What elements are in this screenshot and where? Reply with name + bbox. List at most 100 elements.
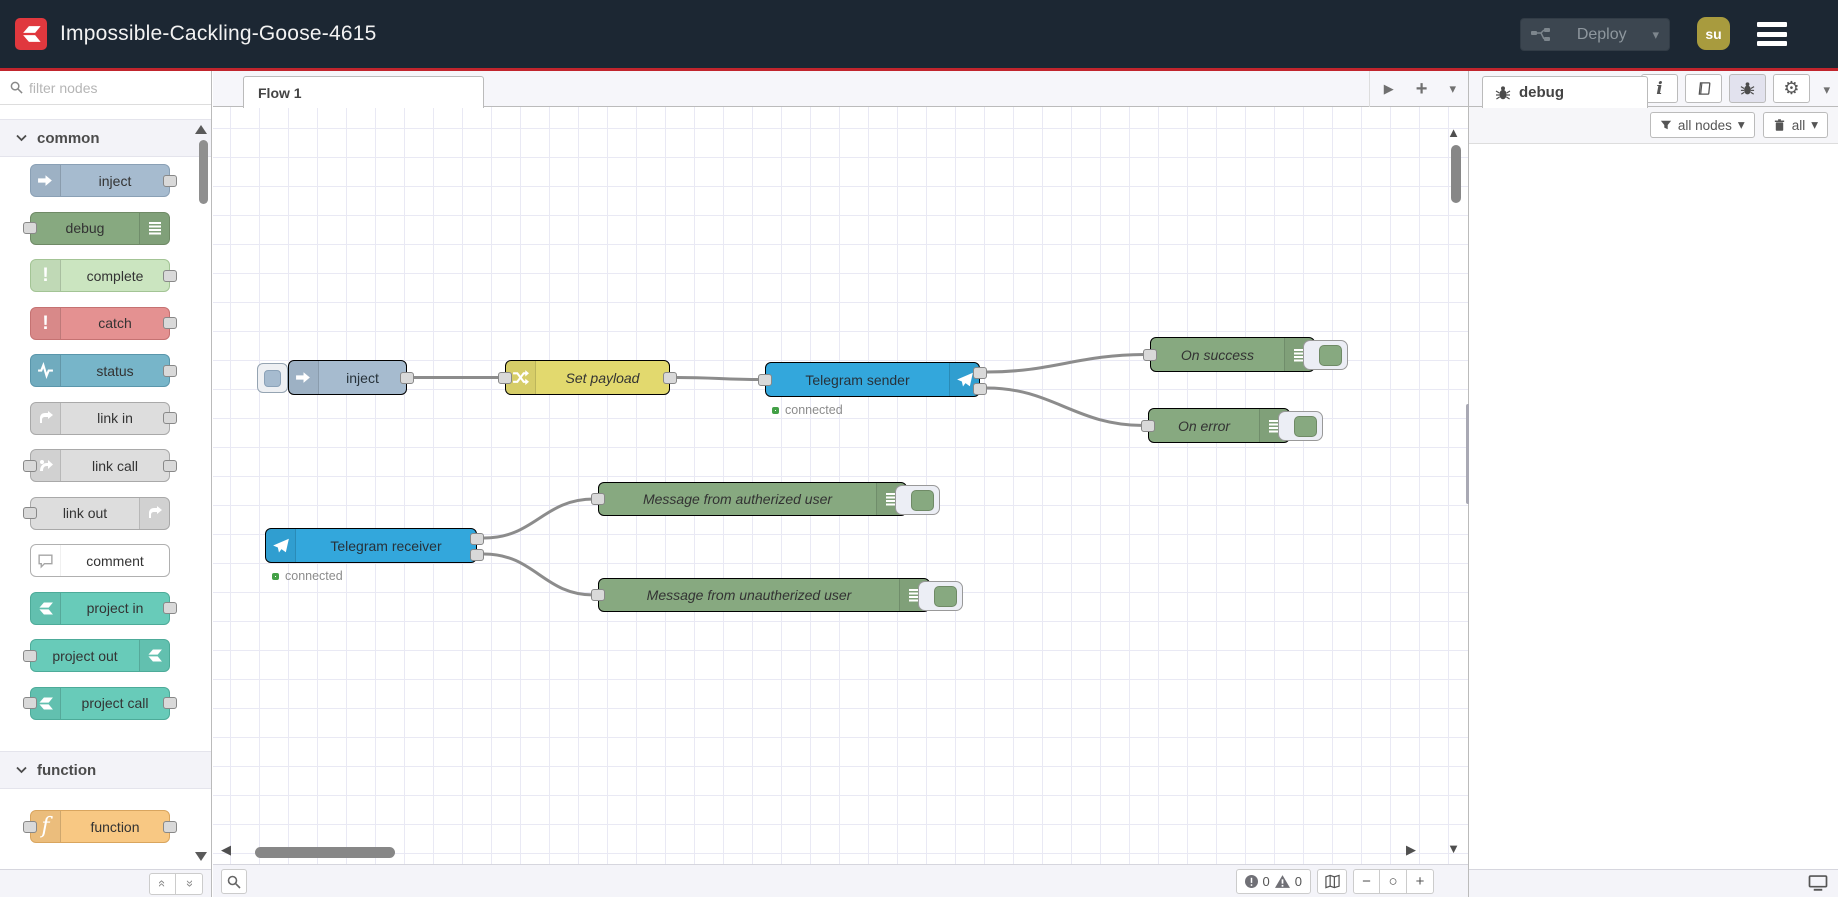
input-port[interactable]: [591, 493, 605, 505]
canvas-vertical-scrollbar-thumb[interactable]: [1451, 145, 1461, 203]
palette-node-function[interactable]: f function: [23, 810, 177, 844]
input-port[interactable]: [23, 820, 37, 833]
status-text: connected: [785, 403, 843, 417]
status-connected-icon: [272, 572, 279, 580]
flow-node-message-authorized[interactable]: Message from autherized user: [591, 482, 940, 516]
palette-node-debug[interactable]: debug: [23, 211, 170, 245]
palette-node-inject[interactable]: inject: [30, 164, 177, 198]
palette-node-status[interactable]: status: [30, 354, 177, 388]
flow-list-caret-icon[interactable]: ▾: [1449, 81, 1456, 97]
open-debug-window-button[interactable]: [1808, 875, 1828, 897]
canvas-horizontal-scrollbar-thumb[interactable]: [255, 847, 395, 858]
help-tab-button[interactable]: [1685, 74, 1722, 103]
node-red-mark-icon: [31, 592, 61, 624]
canvas-search-button[interactable]: [221, 869, 247, 894]
output-port[interactable]: [163, 697, 177, 710]
flow-node-on-error[interactable]: On error: [1141, 408, 1323, 443]
output-port[interactable]: [163, 317, 177, 330]
input-port[interactable]: [498, 371, 512, 384]
palette-node-comment[interactable]: comment: [30, 544, 170, 578]
deploy-options-caret-icon[interactable]: ▾: [1652, 27, 1659, 43]
wire[interactable]: [985, 353, 1148, 374]
flow-node-telegram-receiver[interactable]: Telegram receiver connected: [265, 528, 484, 583]
palette-scrollbar-thumb[interactable]: [199, 140, 208, 204]
input-port[interactable]: [23, 697, 37, 710]
canvas-scroll-up-icon[interactable]: ▲: [1447, 125, 1460, 140]
zoom-in-button[interactable]: +: [1407, 869, 1434, 894]
flow-node-inject[interactable]: inject: [257, 360, 414, 395]
flow-node-on-success[interactable]: On success: [1143, 337, 1348, 372]
canvas-scroll-left-icon[interactable]: ◀: [221, 842, 231, 858]
input-port[interactable]: [23, 222, 37, 235]
flow-node-message-unauthorized[interactable]: Message from unautherized user: [591, 578, 963, 612]
palette-node-catch[interactable]: ! catch: [30, 306, 177, 340]
debug-toggle-button[interactable]: [1303, 340, 1348, 370]
output-port[interactable]: [163, 459, 177, 472]
notification-counts[interactable]: 0 0: [1235, 869, 1311, 894]
palette-category-function[interactable]: function: [0, 751, 211, 789]
palette-node-project-out[interactable]: project out: [23, 639, 170, 673]
wire[interactable]: [482, 552, 596, 597]
palette-collapse-all-button[interactable]: «: [149, 872, 176, 895]
palette-expand-all-button[interactable]: «: [176, 872, 203, 895]
debug-clear-button[interactable]: all ▾: [1762, 112, 1828, 138]
flow-node-set-payload[interactable]: Set payload: [498, 360, 677, 395]
output-port[interactable]: [400, 371, 414, 384]
user-avatar[interactable]: su: [1697, 17, 1730, 50]
add-flow-button[interactable]: +: [1416, 78, 1428, 101]
palette-node-project-in[interactable]: project in: [30, 591, 177, 625]
output-port-success[interactable]: [973, 367, 987, 379]
palette-node-link-call[interactable]: link call: [23, 449, 177, 483]
canvas-scroll-right-icon[interactable]: ▶: [1406, 842, 1416, 858]
palette-filter-input[interactable]: [29, 79, 189, 96]
output-port[interactable]: [163, 602, 177, 615]
wire[interactable]: [985, 386, 1146, 427]
debug-toggle-button[interactable]: [1278, 411, 1323, 441]
output-port[interactable]: [163, 364, 177, 377]
tab-scroll-right-icon[interactable]: ▶: [1384, 81, 1394, 97]
canvas-scroll-down-icon[interactable]: ▼: [1447, 841, 1460, 856]
inject-trigger-button[interactable]: [257, 363, 288, 393]
error-count: 0: [1262, 874, 1270, 889]
palette-scroll-up-icon[interactable]: [195, 125, 207, 134]
input-port[interactable]: [1143, 348, 1157, 361]
navigator-button[interactable]: [1317, 869, 1347, 894]
palette-category-common[interactable]: common: [0, 119, 211, 157]
output-port[interactable]: [163, 174, 177, 187]
output-port[interactable]: [163, 820, 177, 833]
output-port[interactable]: [663, 371, 677, 384]
input-port[interactable]: [23, 459, 37, 472]
debug-filter-button[interactable]: all nodes ▾: [1649, 112, 1755, 138]
debug-toggle-button[interactable]: [895, 485, 940, 515]
output-port[interactable]: [163, 412, 177, 425]
sidebar-menu-caret-icon[interactable]: ▾: [1823, 82, 1830, 98]
flow-canvas[interactable]: inject Set payload Telegram sender conne…: [213, 107, 1468, 864]
output-port-unauthorized[interactable]: [470, 549, 484, 561]
debug-tab-button[interactable]: [1729, 74, 1766, 103]
input-port[interactable]: [23, 649, 37, 662]
flow-node-telegram-sender[interactable]: Telegram sender connected: [758, 362, 987, 417]
debug-toggle-button[interactable]: [918, 581, 963, 611]
palette-node-link-in[interactable]: link in: [30, 401, 177, 435]
palette-node-link-out[interactable]: link out: [23, 496, 170, 530]
tab-debug[interactable]: debug: [1482, 76, 1648, 108]
input-port[interactable]: [23, 507, 37, 520]
zoom-reset-button[interactable]: ○: [1380, 869, 1407, 894]
tab-flow-1[interactable]: Flow 1: [243, 76, 484, 108]
palette-node-complete[interactable]: ! complete: [30, 259, 177, 293]
debug-message-list[interactable]: [1469, 145, 1838, 869]
wire[interactable]: [482, 497, 596, 540]
output-port-authorized[interactable]: [470, 533, 484, 545]
output-port-error[interactable]: [973, 383, 987, 395]
palette-node-project-call[interactable]: project call: [23, 686, 177, 720]
palette-scroll-down-icon[interactable]: [195, 852, 207, 861]
input-port[interactable]: [1141, 419, 1155, 432]
wire[interactable]: [675, 376, 763, 381]
output-port[interactable]: [163, 269, 177, 282]
input-port[interactable]: [591, 589, 605, 601]
config-tab-button[interactable]: ⚙: [1773, 74, 1810, 103]
deploy-button[interactable]: Deploy ▾: [1520, 18, 1670, 51]
input-port[interactable]: [758, 373, 772, 386]
main-menu-button[interactable]: [1757, 22, 1787, 46]
zoom-out-button[interactable]: −: [1353, 869, 1380, 894]
